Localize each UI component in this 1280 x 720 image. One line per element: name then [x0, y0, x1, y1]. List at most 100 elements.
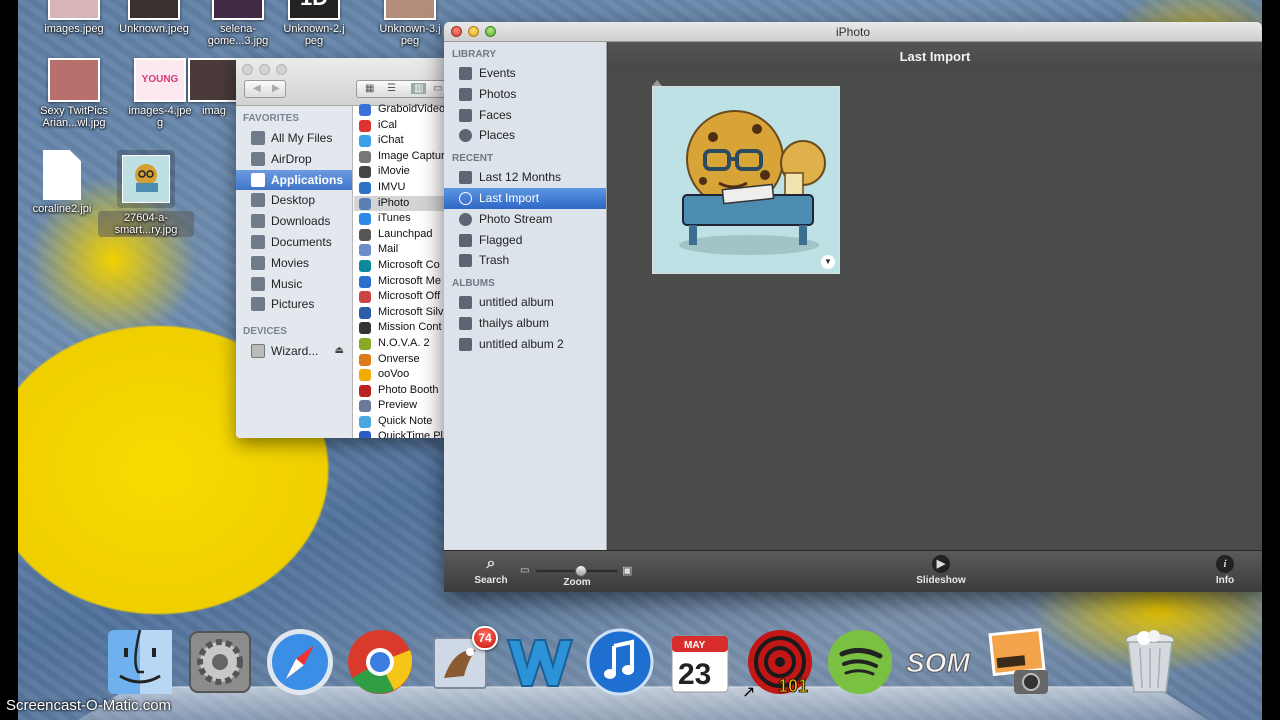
dock-finder[interactable]	[104, 626, 176, 698]
app-list-item[interactable]: N.O.V.A. 2	[354, 336, 448, 352]
dock-word-w[interactable]	[504, 626, 576, 698]
app-list-item[interactable]: GraboidVideo	[354, 102, 448, 118]
app-list-item[interactable]: Microsoft Off	[354, 289, 448, 305]
sidebar-item-all-my-files[interactable]: All My Files	[236, 128, 352, 149]
source-item-untitled-album-2[interactable]: untitled album 2	[444, 334, 606, 355]
sidebar-item-documents[interactable]: Documents	[236, 232, 352, 253]
cookie-image-icon	[135, 164, 158, 192]
app-list-item[interactable]: iTunes	[354, 211, 448, 227]
sidebar-item-downloads[interactable]: Downloads	[236, 211, 352, 232]
dock-itunes[interactable]	[584, 626, 656, 698]
source-item-thailys-album[interactable]: thailys album	[444, 313, 606, 334]
source-item-photos[interactable]: Photos	[444, 84, 606, 105]
desktop-file-unknown-jpeg[interactable]: Unknown.jpeg	[106, 0, 202, 35]
view-mode-buttons[interactable]: ▦ ☰ ▥ ▭	[356, 80, 448, 98]
app-list-item[interactable]: Microsoft Silv	[354, 305, 448, 321]
close-button[interactable]	[242, 64, 253, 75]
app-list-item[interactable]: IMVU	[354, 180, 448, 196]
source-item-photo-stream[interactable]: Photo Stream	[444, 209, 606, 230]
app-icon	[359, 244, 371, 257]
sidebar-item-applications[interactable]: Applications	[236, 169, 352, 191]
file-label: imag	[202, 105, 226, 117]
source-item-last-import[interactable]: Last Import	[444, 187, 606, 209]
photo-menu-arrow-icon[interactable]: ▼	[821, 255, 835, 269]
zoom-button[interactable]	[485, 26, 496, 37]
source-item-last-12-months[interactable]: Last 12 Months	[444, 167, 606, 188]
app-label: Preview	[378, 399, 418, 412]
dock-trash[interactable]	[1114, 626, 1186, 698]
app-label: Mission Cont	[378, 321, 442, 334]
app-list-item[interactable]: iPhoto	[354, 195, 448, 212]
minimize-button[interactable]	[468, 26, 479, 37]
source-item-trash[interactable]: Trash	[444, 250, 606, 271]
app-list-item[interactable]: iMovie	[354, 164, 448, 180]
source-item-label: Last 12 Months	[479, 170, 562, 185]
search-button[interactable]: ⌕ Search	[474, 555, 508, 586]
zoom-small-icon: ▭	[520, 565, 530, 576]
app-list-item[interactable]: iChat	[354, 133, 448, 149]
sidebar-item-wizard[interactable]: Wizard... ⏏	[236, 341, 352, 362]
list-view-icon[interactable]: ☰	[387, 83, 396, 94]
main-title: Last Import	[608, 42, 1262, 71]
dock-chrome[interactable]	[344, 626, 416, 698]
iphoto-titlebar[interactable]: iPhoto	[444, 22, 1262, 42]
icon-view-icon[interactable]: ▦	[365, 83, 374, 94]
dock-calendar[interactable]: MAY 23	[664, 626, 736, 698]
column-view-icon[interactable]: ▥	[411, 83, 427, 94]
slideshow-button[interactable]: ▶ Slideshow	[914, 555, 968, 586]
minimize-button[interactable]	[259, 64, 270, 75]
app-list-item[interactable]: Image Capture	[354, 149, 448, 165]
app-list-item[interactable]: Microsoft Me	[354, 274, 448, 290]
dock-system-preferences[interactable]	[184, 626, 256, 698]
sidebar-item-desktop[interactable]: Desktop	[236, 190, 352, 211]
app-icon	[359, 415, 371, 428]
eject-icon[interactable]: ⏏	[335, 341, 344, 362]
sidebar-item-label: Desktop	[271, 193, 316, 208]
sidebar-item-music[interactable]: Music	[236, 274, 352, 295]
zoom-slider-knob[interactable]	[575, 565, 588, 577]
app-list-item[interactable]: Quick Note	[354, 414, 448, 430]
coverflow-view-icon[interactable]: ▭	[433, 83, 442, 94]
desktop-file-imag[interactable]: imag	[184, 58, 244, 117]
app-label: Image Capture	[378, 149, 448, 162]
forward-arrow-icon[interactable]: ▶	[272, 83, 280, 94]
dock-iphoto[interactable]	[984, 626, 1056, 698]
source-item-untitled-album[interactable]: untitled album	[444, 292, 606, 313]
dock-som[interactable]: SOM	[904, 626, 976, 698]
desktop-file-27604-smart[interactable]: 27604-a- smart...ry.jpg	[98, 150, 194, 237]
app-list-item[interactable]: Mail	[354, 242, 448, 258]
trash-icon	[1125, 630, 1175, 693]
source-item-places[interactable]: Places	[444, 125, 606, 146]
sidebar-item-pictures[interactable]: Pictures	[236, 294, 352, 315]
app-icon	[359, 119, 371, 132]
dock-mail[interactable]: 74	[424, 626, 498, 698]
app-list-item[interactable]: ooVoo	[354, 367, 448, 383]
desktop-file-unknown-2[interactable]: 1D Unknown-2.j peg	[266, 0, 362, 47]
source-item-faces[interactable]: Faces	[444, 105, 606, 126]
sidebar-item-movies[interactable]: Movies	[236, 253, 352, 274]
app-list-item[interactable]: Photo Booth	[354, 383, 448, 399]
app-list-item[interactable]: Launchpad	[354, 227, 448, 243]
app-list-item[interactable]: Mission Cont	[354, 320, 448, 336]
desktop-file-sexy-twitpics[interactable]: Sexy TwitPics Arian...wl.jpg	[26, 58, 122, 129]
app-list-item[interactable]: QuickTime Pl	[354, 429, 448, 438]
info-button[interactable]: i Info	[1210, 555, 1240, 586]
app-list-item[interactable]: Preview	[354, 398, 448, 414]
back-arrow-icon[interactable]: ◀	[253, 83, 261, 94]
dock-spotify[interactable]	[824, 626, 896, 698]
zoom-button[interactable]	[276, 64, 287, 75]
source-item-flagged[interactable]: Flagged	[444, 230, 606, 251]
finder-titlebar[interactable]: ◀ ▶ ▦ ☰ ▥ ▭	[236, 58, 448, 106]
desktop-file-coraline2[interactable]: coraline2.jpi	[18, 150, 110, 215]
app-list-item[interactable]: Onverse	[354, 352, 448, 368]
disk-icon	[251, 344, 265, 359]
app-list-item[interactable]: iCal	[354, 118, 448, 134]
back-forward-buttons[interactable]: ◀ ▶	[244, 80, 286, 98]
photo-thumbnail[interactable]: ▼	[652, 86, 840, 274]
source-item-events[interactable]: Events	[444, 63, 606, 84]
sidebar-item-airdrop[interactable]: AirDrop	[236, 149, 352, 170]
dock-safari[interactable]	[264, 626, 336, 698]
app-list-item[interactable]: Microsoft Co	[354, 258, 448, 274]
album-icon	[459, 316, 472, 330]
close-button[interactable]	[451, 26, 462, 37]
